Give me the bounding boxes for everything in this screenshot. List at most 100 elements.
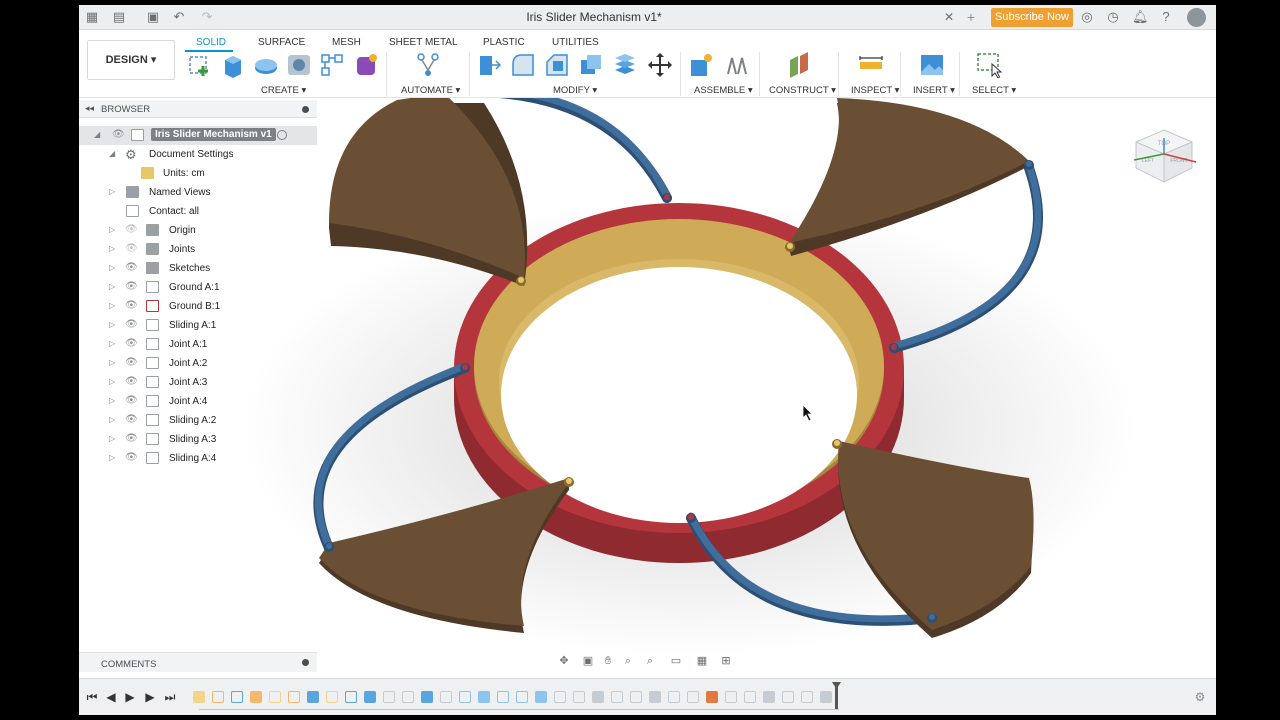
timeline-feature-icon[interactable] (307, 691, 319, 703)
browser-item-contact[interactable]: Contact: all (79, 202, 317, 221)
help-icon[interactable]: ? (1158, 9, 1174, 25)
comments-panel[interactable]: COMMENTS (79, 652, 317, 672)
hidden-eye-icon[interactable]: 👁︎ (125, 225, 138, 235)
expand-icon[interactable]: ▷ (109, 264, 117, 272)
expand-icon[interactable]: ▷ (109, 378, 117, 386)
joint-icon[interactable] (724, 52, 750, 78)
timeline-feature-icon[interactable] (269, 691, 281, 703)
browser-header[interactable]: ◂◂ BROWSER (79, 100, 317, 118)
collapse-icon[interactable]: ◢ (109, 150, 117, 158)
insert-image-icon[interactable] (919, 52, 945, 78)
fit-icon[interactable]: ⌕ (643, 654, 657, 668)
job-status-icon[interactable]: ◷ (1105, 9, 1121, 25)
group-assemble[interactable]: ASSEMBLE ▾ (694, 85, 753, 96)
hole-icon[interactable] (286, 52, 312, 78)
redo-icon[interactable]: ↷ (199, 9, 215, 25)
timeline-feature-icon[interactable] (801, 691, 813, 703)
visibility-eye-icon[interactable]: 👁︎ (125, 301, 138, 311)
step-forward-icon[interactable]: ▶ (143, 690, 157, 704)
measure-icon[interactable] (858, 52, 884, 78)
timeline-feature-icon[interactable] (649, 691, 661, 703)
expand-icon[interactable]: ▷ (109, 302, 117, 310)
expand-icon[interactable]: ▷ (109, 454, 117, 462)
expand-icon[interactable]: ▷ (109, 340, 117, 348)
browser-item-ground-b1[interactable]: ▷ 👁︎ Ground B:1 (79, 297, 317, 316)
browser-item-sliding-a1[interactable]: ▷ 👁︎ Sliding A:1 (79, 316, 317, 335)
browser-item-document-settings[interactable]: ◢ ⚙ Document Settings (79, 145, 317, 164)
browser-item-joint-a3[interactable]: ▷ 👁︎ Joint A:3 (79, 373, 317, 392)
browser-item-joint-a2[interactable]: ▷ 👁︎ Joint A:2 (79, 354, 317, 373)
pin-icon[interactable] (302, 106, 309, 113)
collapse-panel-icon[interactable]: ◂◂ (85, 103, 94, 114)
timeline-feature-icon[interactable] (459, 691, 471, 703)
tab-utilities[interactable]: UTILITIES (552, 37, 599, 48)
file-menu-icon[interactable]: ▤ (111, 9, 127, 25)
group-automate[interactable]: AUTOMATE ▾ (401, 85, 460, 96)
visibility-eye-icon[interactable]: 👁︎ (125, 377, 138, 387)
browser-item-sliding-a4[interactable]: ▷ 👁︎ Sliding A:4 (79, 449, 317, 468)
move-icon[interactable] (647, 52, 673, 78)
expand-icon[interactable]: ▷ (109, 188, 117, 196)
pattern-icon[interactable] (319, 52, 345, 78)
automate-icon[interactable] (415, 52, 441, 78)
revolve-icon[interactable] (253, 52, 279, 78)
timeline-feature-icon[interactable] (687, 691, 699, 703)
tab-surface[interactable]: SURFACE (258, 37, 305, 48)
tab-plastic[interactable]: PLASTIC (483, 37, 525, 48)
close-tab-icon[interactable]: ✕ (941, 9, 957, 25)
group-create[interactable]: CREATE ▾ (261, 85, 306, 96)
visibility-eye-icon[interactable]: 👁︎ (125, 396, 138, 406)
timeline-feature-icon[interactable] (326, 691, 338, 703)
new-tab-icon[interactable]: + (963, 9, 979, 25)
browser-item-sliding-a3[interactable]: ▷ 👁︎ Sliding A:3 (79, 430, 317, 449)
expand-icon[interactable]: ▷ (109, 226, 117, 234)
avatar[interactable] (1187, 8, 1206, 27)
hidden-eye-icon[interactable]: 👁︎ (125, 244, 138, 254)
press-pull-icon[interactable] (476, 52, 502, 78)
timeline-feature-icon[interactable] (725, 691, 737, 703)
timeline-settings-gear-icon[interactable]: ⚙ (1193, 690, 1207, 704)
grid-settings-icon[interactable]: ▦ (695, 654, 709, 668)
activate-radio-icon[interactable] (277, 130, 287, 140)
timeline-feature-icon[interactable] (611, 691, 623, 703)
browser-item-joint-a4[interactable]: ▷ 👁︎ Joint A:4 (79, 392, 317, 411)
expand-icon[interactable]: ▷ (109, 283, 117, 291)
visibility-eye-icon[interactable]: 👁︎ (125, 282, 138, 292)
browser-item-joint-a1[interactable]: ▷ 👁︎ Joint A:1 (79, 335, 317, 354)
timeline-feature-icon[interactable] (193, 691, 205, 703)
timeline-feature-icon[interactable] (706, 691, 718, 703)
timeline-feature-icon[interactable] (668, 691, 680, 703)
app-grid-icon[interactable]: ▦ (84, 9, 100, 25)
timeline-feature-icon[interactable] (478, 691, 490, 703)
timeline-feature-icon[interactable] (402, 691, 414, 703)
browser-item-origin[interactable]: ▷ 👁︎ Origin (79, 221, 317, 240)
select-icon[interactable] (976, 52, 1002, 78)
timeline-feature-icon[interactable] (535, 691, 547, 703)
workspace-switcher-button[interactable]: DESIGN ▾ (87, 40, 175, 80)
timeline-feature-icon[interactable] (497, 691, 509, 703)
timeline-feature-icon[interactable] (421, 691, 433, 703)
timeline-feature-icon[interactable] (592, 691, 604, 703)
timeline-feature-icon[interactable] (231, 691, 243, 703)
browser-item-sliding-a2[interactable]: ▷ 👁︎ Sliding A:2 (79, 411, 317, 430)
timeline-feature-icon[interactable] (345, 691, 357, 703)
play-icon[interactable]: ▶ (123, 690, 137, 704)
orbit-icon[interactable]: ✥ (557, 654, 571, 668)
expand-icon[interactable]: ▷ (109, 359, 117, 367)
document-tab[interactable]: Iris Slider Mechanism v1* (229, 5, 959, 30)
new-component-icon[interactable] (688, 52, 714, 78)
timeline-feature-icon[interactable] (364, 691, 376, 703)
browser-item-sketches[interactable]: ▷ 👁︎ Sketches (79, 259, 317, 278)
timeline-feature-icon[interactable] (383, 691, 395, 703)
browser-item-named-views[interactable]: ▷ Named Views (79, 183, 317, 202)
undo-icon[interactable]: ↶ (171, 9, 187, 25)
group-select[interactable]: SELECT ▾ (972, 85, 1016, 96)
notifications-icon[interactable]: 🔔︎ (1132, 9, 1149, 25)
visibility-eye-icon[interactable]: 👁︎ (125, 434, 138, 444)
timeline-feature-icon[interactable] (820, 691, 832, 703)
save-icon[interactable]: ▣ (145, 9, 161, 25)
timeline-feature-icon[interactable] (744, 691, 756, 703)
group-insert[interactable]: INSERT ▾ (913, 85, 955, 96)
expand-icon[interactable]: ▷ (109, 397, 117, 405)
go-to-end-icon[interactable]: ⏭ (163, 690, 177, 704)
